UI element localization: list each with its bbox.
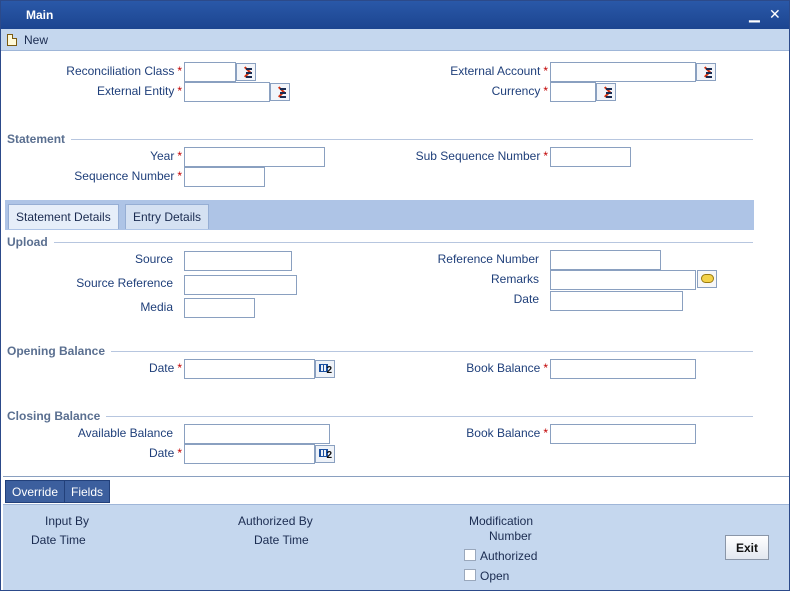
window-title: Main: [26, 8, 54, 22]
upload-date-input[interactable]: [550, 291, 683, 311]
open-label: Open: [480, 569, 510, 583]
exit-button[interactable]: Exit: [725, 535, 769, 560]
remarks-editor-button[interactable]: [697, 270, 717, 288]
reference-number-input[interactable]: [550, 250, 661, 270]
main-window: Main ▁ ✕ New Reconciliation Class * Exter…: [0, 0, 790, 591]
lov-list-icon: [706, 68, 712, 78]
source-reference-input[interactable]: [184, 275, 297, 295]
reference-number-label: Reference Number: [437, 252, 539, 266]
currency-lov-button[interactable]: [596, 83, 616, 101]
media-input[interactable]: [184, 298, 255, 318]
reconciliation-class-label: Reconciliation Class *: [66, 64, 182, 78]
tab-entry-details[interactable]: Entry Details: [125, 204, 210, 229]
currency-label: Currency *: [491, 84, 548, 98]
external-account-label: External Account *: [450, 64, 548, 78]
authorized-label: Authorized: [480, 549, 538, 563]
opening-date-label: Date *: [148, 361, 182, 375]
closing-book-balance-input[interactable]: [550, 424, 696, 444]
new-button[interactable]: New: [7, 31, 48, 49]
tab-bar: Statement Details Entry Details: [5, 200, 754, 230]
external-account-lov-button[interactable]: [696, 63, 716, 81]
sub-sequence-number-input[interactable]: [550, 147, 631, 167]
remarks-input[interactable]: [550, 270, 696, 290]
year-label: Year *: [150, 149, 182, 163]
new-document-icon: [7, 34, 17, 46]
fields-button[interactable]: Fields: [64, 480, 111, 503]
opening-date-calendar-button[interactable]: 2: [315, 360, 335, 378]
currency-input[interactable]: [550, 82, 596, 102]
tab-statement-details[interactable]: Statement Details: [8, 204, 119, 229]
external-entity-lov-button[interactable]: [270, 83, 290, 101]
bottom-separator: [3, 476, 789, 477]
override-button[interactable]: Override: [5, 480, 66, 503]
closing-balance-section-title: Closing Balance: [7, 409, 107, 423]
sub-sequence-number-label: Sub Sequence Number *: [415, 149, 548, 163]
new-button-label: New: [24, 33, 49, 47]
source-label: Source: [134, 252, 173, 266]
source-input[interactable]: [184, 251, 292, 271]
closing-date-input[interactable]: [184, 444, 315, 464]
available-balance-label: Available Balance: [77, 426, 173, 440]
external-entity-label: External Entity *: [96, 84, 182, 98]
lov-list-icon: [280, 88, 286, 98]
upload-section-title: Upload: [7, 235, 54, 249]
closing-book-balance-label: Book Balance *: [466, 426, 548, 440]
external-entity-input[interactable]: [184, 82, 270, 102]
speech-bubble-icon: [701, 274, 714, 283]
sequence-number-label: Sequence Number *: [74, 169, 182, 183]
closing-date-label: Date *: [148, 446, 182, 460]
authorized-by-label: Authorized By: [238, 514, 313, 528]
toolbar: New: [1, 29, 789, 51]
lov-list-icon: [606, 88, 612, 98]
source-reference-label: Source Reference: [76, 276, 173, 290]
number-label: Number: [489, 529, 532, 543]
reconciliation-class-lov-button[interactable]: [236, 63, 256, 81]
lov-list-icon: [246, 68, 252, 78]
statement-section-title: Statement: [7, 132, 72, 146]
opening-book-balance-label: Book Balance *: [466, 361, 548, 375]
available-balance-input[interactable]: [184, 424, 330, 444]
date-time-label-1: Date Time: [31, 533, 86, 547]
opening-balance-section-title: Opening Balance: [7, 344, 112, 358]
closing-date-calendar-button[interactable]: 2: [315, 445, 335, 463]
minimize-icon[interactable]: ▁: [749, 6, 760, 23]
authorized-checkbox[interactable]: [464, 549, 476, 561]
media-label: Media: [140, 300, 173, 314]
sequence-number-input[interactable]: [184, 167, 265, 187]
year-input[interactable]: [184, 147, 325, 167]
title-bar[interactable]: Main ▁ ✕: [1, 1, 789, 29]
audit-footer: [3, 504, 789, 590]
opening-book-balance-input[interactable]: [550, 359, 696, 379]
closing-balance-section-header: Closing Balance: [7, 409, 753, 423]
opening-balance-section-header: Opening Balance: [7, 344, 753, 358]
upload-date-label: Date: [513, 292, 539, 306]
opening-date-input[interactable]: [184, 359, 315, 379]
date-time-label-2: Date Time: [254, 533, 309, 547]
upload-section-header: Upload: [7, 235, 753, 249]
statement-section-header: Statement: [7, 132, 753, 146]
input-by-label: Input By: [45, 514, 90, 528]
external-account-input[interactable]: [550, 62, 696, 82]
reconciliation-class-input[interactable]: [184, 62, 236, 82]
modification-label: Modification: [469, 514, 534, 528]
open-checkbox[interactable]: [464, 569, 476, 581]
remarks-label: Remarks: [490, 272, 539, 286]
close-icon[interactable]: ✕: [769, 6, 781, 23]
